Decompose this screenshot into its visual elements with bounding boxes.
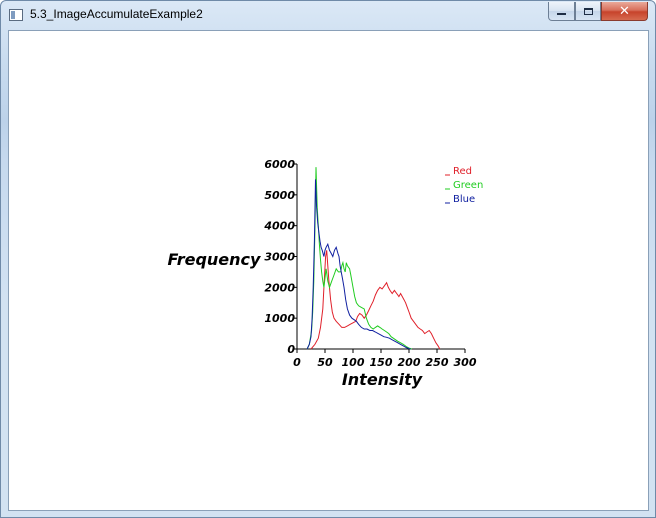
title-bar[interactable]: 5.3_ImageAccumulateExample2 ✕ — [1, 1, 655, 29]
minimize-button[interactable] — [548, 2, 575, 21]
minimize-icon — [557, 13, 566, 15]
histogram-chart: 0 50 100 150 200 250 3000100020003000400050006… — [168, 158, 484, 389]
y-tick-label: 1000 — [264, 312, 295, 325]
x-tick-label: 250 — [426, 356, 449, 369]
y-axis-title: Frequency — [168, 250, 261, 269]
legend-label-green: Green — [453, 180, 483, 191]
x-tick-label: 100 — [342, 356, 365, 369]
series-line-red — [310, 250, 441, 350]
series-line-blue — [306, 179, 411, 350]
y-tick-label: 2000 — [264, 281, 295, 294]
maximize-icon — [583, 7, 593, 15]
y-tick-label: 0 — [287, 343, 295, 356]
maximize-button[interactable] — [575, 2, 601, 21]
window-title: 5.3_ImageAccumulateExample2 — [30, 7, 203, 21]
series-line-green — [306, 167, 412, 350]
render-area: 0 50 100 150 200 250 300 0 1000 2000 3000 4000 5000 6… — [8, 30, 649, 511]
y-tick-label: 6000 — [264, 158, 295, 171]
y-tick-label: 4000 — [263, 220, 295, 233]
legend-label-blue: Blue — [453, 194, 475, 205]
y-tick-label: 3000 — [264, 251, 295, 264]
close-button[interactable]: ✕ — [601, 2, 648, 21]
y-tick-label: 5000 — [264, 189, 295, 202]
x-axis-title: Intensity — [342, 370, 423, 389]
x-tick-label: 0 — [293, 356, 301, 369]
x-tick-label: 150 — [370, 356, 393, 369]
x-tick-label: 300 — [454, 356, 477, 369]
app-window-icon[interactable] — [9, 9, 23, 21]
close-icon: ✕ — [619, 3, 630, 19]
x-tick-label: 50 — [317, 356, 333, 369]
app-window: 5.3_ImageAccumulateExample2 ✕ 0 50 100 150 2… — [0, 0, 656, 518]
x-tick-label: 200 — [398, 356, 421, 369]
legend-label-red: Red — [453, 166, 472, 177]
